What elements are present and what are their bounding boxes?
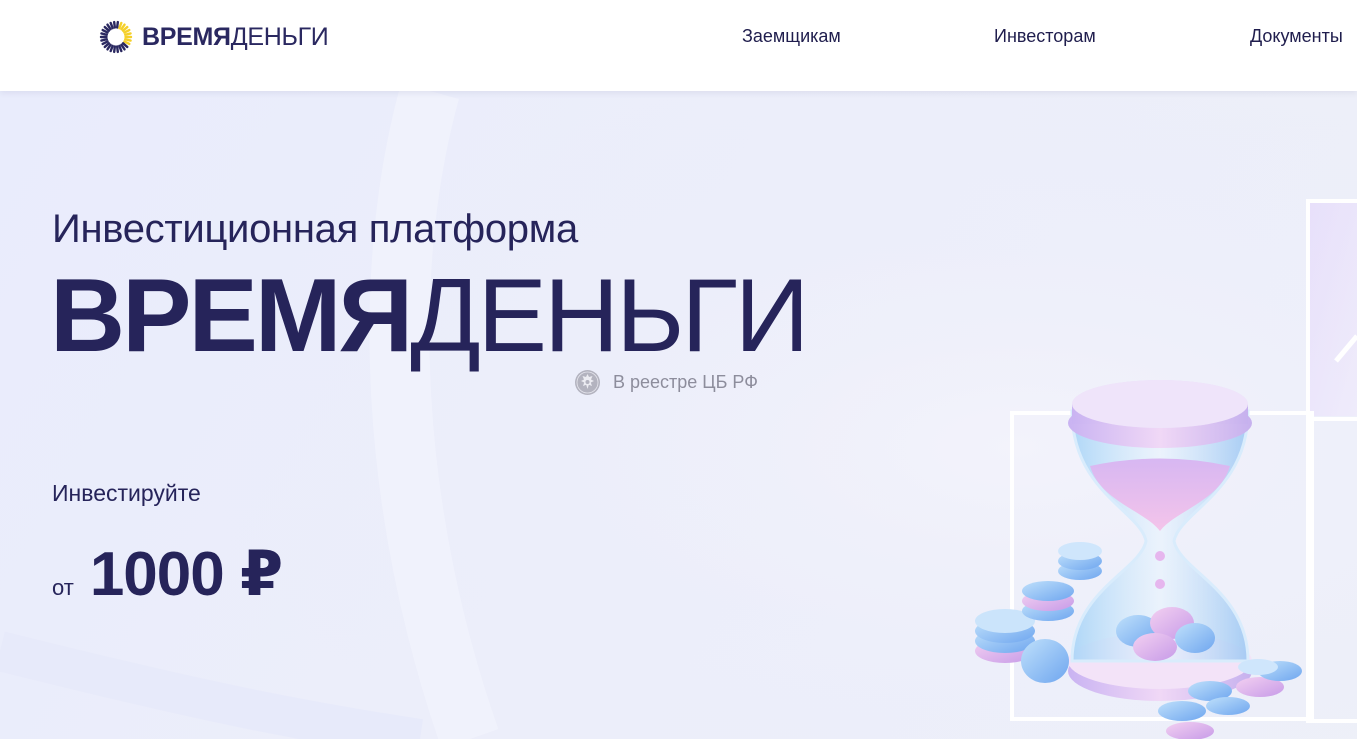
logo[interactable]: ВРЕМЯДЕНЬГИ — [99, 20, 329, 54]
hero-title-thin: ДЕНЬГИ — [410, 258, 809, 374]
hero-title: ВРЕМЯДЕНЬГИ — [50, 258, 809, 374]
nav-investors[interactable]: Инвесторам — [994, 26, 1096, 47]
nav-borrowers[interactable]: Заемщикам — [742, 26, 841, 47]
registry-badge: В реестре ЦБ РФ — [574, 369, 758, 396]
hero-section: Инвестиционная платформа ВРЕМЯДЕНЬГИ В р… — [0, 91, 1357, 739]
amount-prefix: от — [52, 575, 74, 600]
logo-wordmark: ВРЕМЯДЕНЬГИ — [142, 22, 329, 51]
amount-value: 1000 ₽ — [89, 540, 283, 609]
nav-documents[interactable]: Документы — [1250, 26, 1343, 47]
logo-word-thin: ДЕНЬГИ — [230, 22, 329, 51]
min-amount: от 1000 ₽ — [52, 537, 283, 610]
hero-subtitle: Инвестиционная платформа — [52, 207, 578, 251]
sunburst-logo-icon — [99, 20, 133, 54]
registry-text: В реестре ЦБ РФ — [613, 372, 758, 392]
hero-title-bold: ВРЕМЯ — [50, 258, 413, 374]
site-header: ВРЕМЯДЕНЬГИ Заемщикам Инвесторам Докумен… — [0, 0, 1357, 91]
logo-word-bold: ВРЕМЯ — [142, 22, 231, 51]
hourglass-coins-illustration — [975, 199, 1357, 739]
central-bank-emblem-icon — [575, 370, 600, 395]
invest-label: Инвестируйте — [52, 480, 201, 506]
